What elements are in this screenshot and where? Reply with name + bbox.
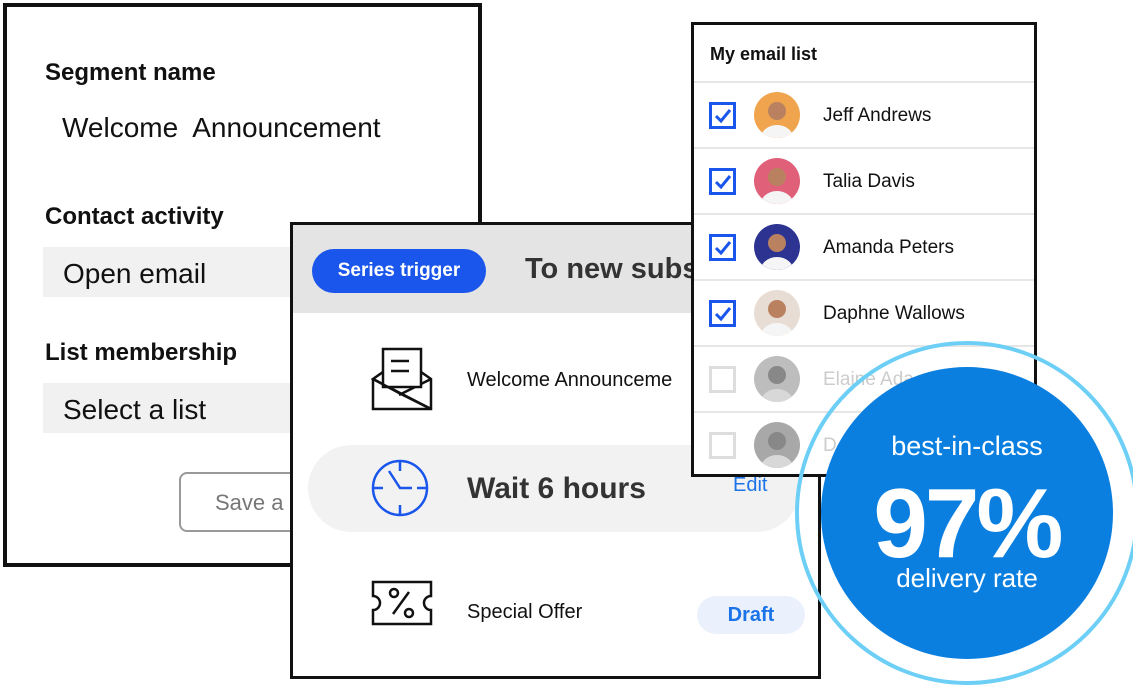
contact-checkbox[interactable] bbox=[709, 234, 736, 261]
clock-icon bbox=[371, 459, 429, 517]
check-icon bbox=[714, 241, 732, 256]
series-trigger-badge[interactable]: Series trigger bbox=[312, 249, 486, 293]
segment-name-label: Segment name bbox=[45, 59, 216, 86]
contact-checkbox[interactable] bbox=[709, 102, 736, 129]
trigger-target: To new subs bbox=[525, 253, 699, 285]
check-icon bbox=[714, 307, 732, 322]
contact-row[interactable]: Amanda Peters bbox=[694, 213, 1034, 279]
contact-row[interactable]: Talia Davis bbox=[694, 147, 1034, 213]
contact-name: Daphne Wallows bbox=[823, 303, 965, 324]
contact-activity-label: Contact activity bbox=[45, 203, 224, 230]
avatar bbox=[754, 158, 800, 204]
wait-label: Wait 6 hours bbox=[467, 472, 646, 505]
avatar bbox=[754, 224, 800, 270]
email-list-title: My email list bbox=[710, 44, 818, 64]
check-icon bbox=[714, 175, 732, 190]
avatar bbox=[754, 92, 800, 138]
avatar bbox=[754, 356, 800, 402]
contact-name: Talia Davis bbox=[823, 171, 915, 192]
step-label: Special Offer bbox=[467, 601, 583, 623]
contact-name: Amanda Peters bbox=[823, 237, 954, 258]
coupon-percent-icon bbox=[371, 580, 433, 626]
contact-checkbox[interactable] bbox=[709, 432, 736, 459]
avatar bbox=[754, 422, 800, 468]
contact-checkbox[interactable] bbox=[709, 168, 736, 195]
contact-name: Jeff Andrews bbox=[823, 105, 932, 126]
draft-status-badge: Draft bbox=[697, 596, 805, 634]
list-membership-label: List membership bbox=[45, 339, 238, 366]
contact-checkbox[interactable] bbox=[709, 366, 736, 393]
badge-bottom-text: delivery rate bbox=[896, 563, 1038, 593]
envelope-open-icon bbox=[371, 347, 433, 411]
step-label: Welcome Announceme bbox=[467, 369, 673, 391]
check-icon bbox=[714, 109, 732, 124]
edit-link[interactable]: Edit bbox=[733, 474, 767, 497]
contact-checkbox[interactable] bbox=[709, 300, 736, 327]
contact-row[interactable]: Daphne Wallows bbox=[694, 279, 1034, 345]
segment-name-value[interactable]: Welcome Announcement bbox=[62, 112, 381, 144]
badge-text: best-in-class 97% delivery rate bbox=[795, 341, 1133, 685]
avatar bbox=[754, 290, 800, 336]
contact-row[interactable]: Jeff Andrews bbox=[694, 81, 1034, 147]
badge-top-text: best-in-class bbox=[891, 431, 1043, 461]
